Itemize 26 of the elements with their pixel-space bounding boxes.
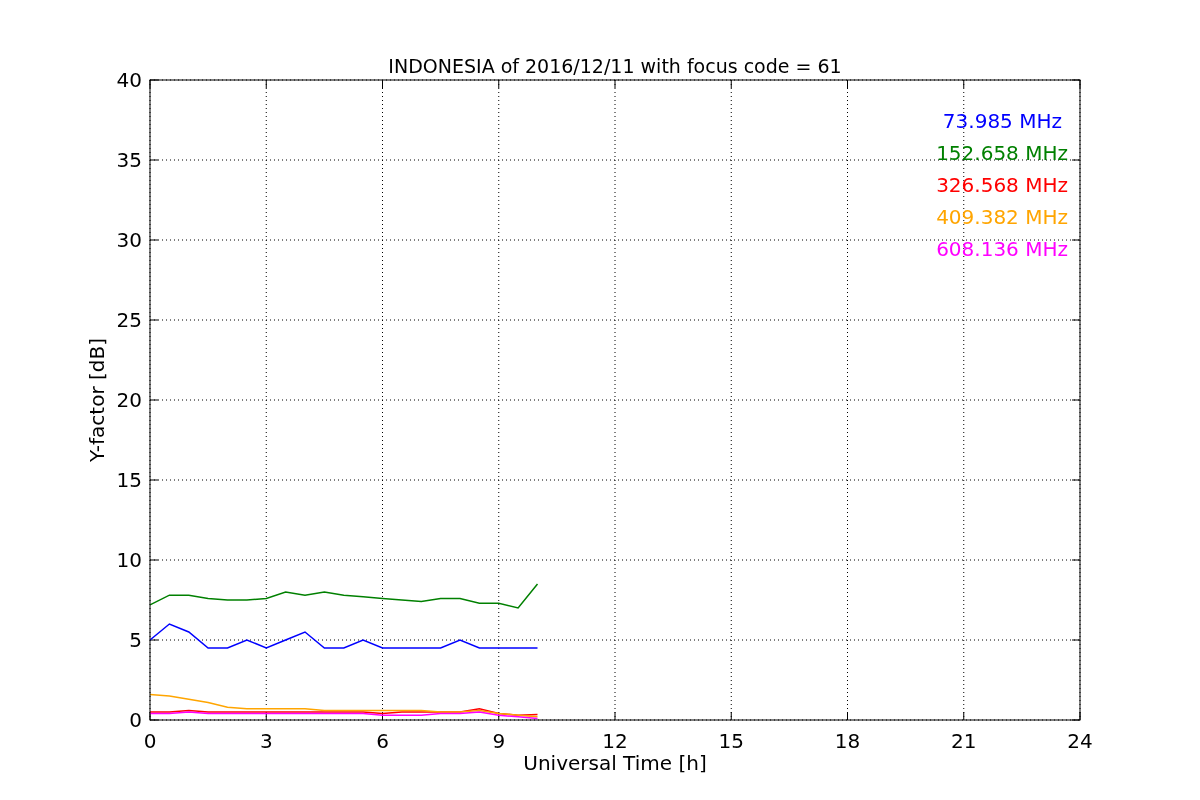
x-tick-label: 6 — [376, 729, 389, 753]
y-tick-label: 20 — [116, 388, 142, 412]
y-tick-label: 35 — [116, 148, 142, 172]
x-tick-label: 9 — [492, 729, 506, 753]
chart-title: INDONESIA of 2016/12/11 with focus code = 61 — [388, 55, 842, 77]
y-tick-label: 15 — [116, 468, 142, 492]
x-tick-label: 24 — [1067, 729, 1093, 753]
y-tick-label: 10 — [116, 548, 142, 572]
legend-label: 73.985 MHz — [942, 109, 1062, 133]
y-tick-label: 30 — [116, 228, 142, 252]
x-tick-label: 15 — [718, 729, 744, 753]
x-tick-label: 12 — [602, 729, 628, 753]
x-tick-label: 0 — [143, 729, 157, 753]
x-tick-label: 21 — [951, 729, 977, 753]
legend-label: 152.658 MHz — [936, 141, 1068, 165]
x-axis-label: Universal Time [h] — [523, 751, 707, 775]
y-tick-label: 0 — [129, 708, 142, 732]
x-tick-label: 18 — [834, 729, 861, 753]
x-tick-label: 3 — [259, 729, 273, 753]
y-tick-label: 40 — [116, 68, 142, 92]
y-tick-label: 25 — [116, 308, 142, 332]
y-tick-label: 5 — [129, 628, 142, 652]
legend-label: 409.382 MHz — [936, 205, 1068, 229]
legend-label: 608.136 MHz — [936, 237, 1068, 261]
legend-label: 326.568 MHz — [936, 173, 1068, 197]
y-axis-label: Y-factor [dB] — [85, 338, 109, 462]
